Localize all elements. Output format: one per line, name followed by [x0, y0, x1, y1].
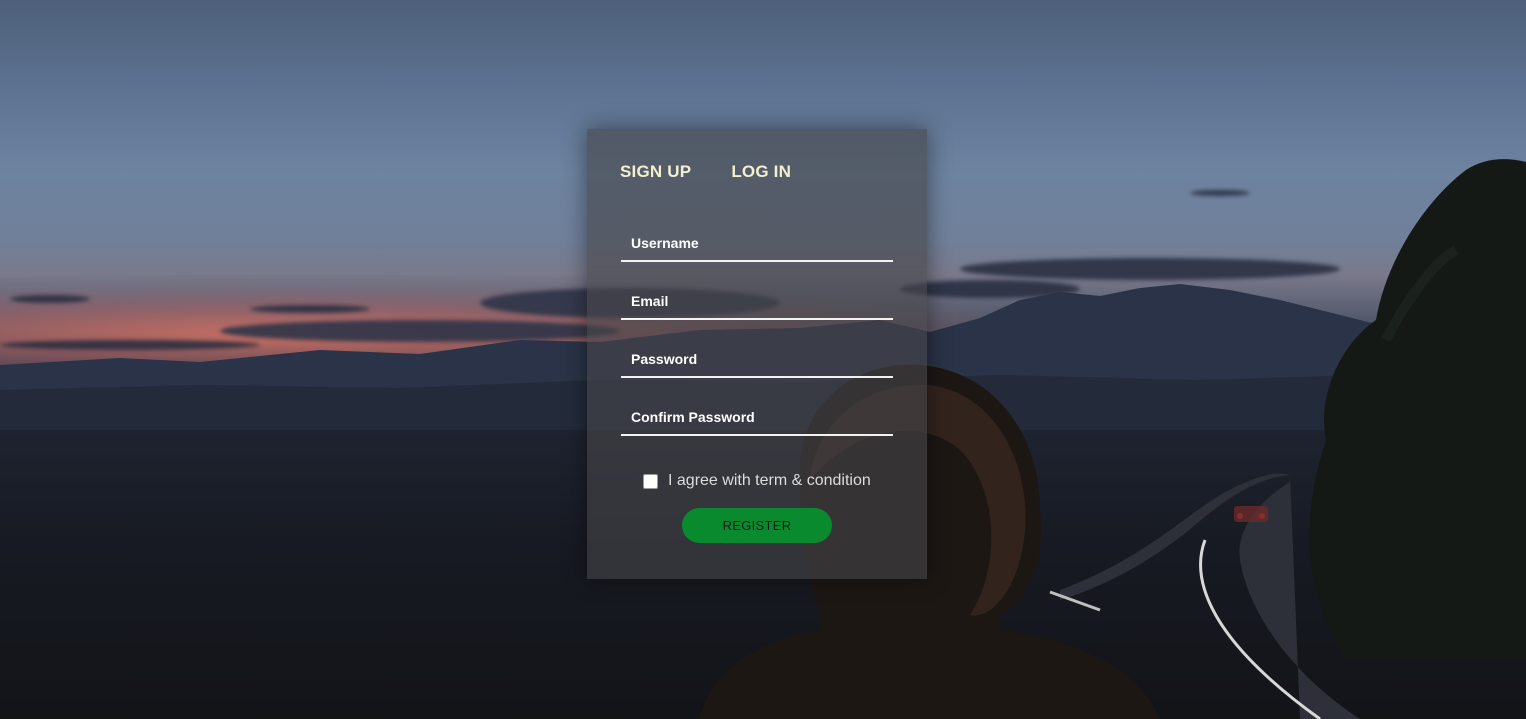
tab-sign-up[interactable]: SIGN UP [620, 162, 691, 182]
password-input[interactable] [621, 342, 893, 376]
register-button[interactable]: REGISTER [682, 508, 832, 543]
terms-label: I agree with term & condition [668, 472, 871, 489]
username-input[interactable] [621, 226, 893, 260]
email-input[interactable] [621, 284, 893, 318]
password-field-wrapper [621, 342, 893, 378]
signup-card: SIGN UP LOG IN I agree with term & condi… [587, 129, 927, 579]
tab-log-in[interactable]: LOG IN [731, 162, 791, 182]
auth-tabs: SIGN UP LOG IN [620, 162, 791, 182]
terms-checkbox[interactable] [643, 473, 658, 489]
username-field-wrapper [621, 226, 893, 262]
trees [1309, 159, 1526, 660]
confirm-password-field-wrapper [621, 400, 893, 436]
email-field-wrapper [621, 284, 893, 320]
terms-agreement: I agree with term & condition [643, 472, 871, 490]
background-photo: SIGN UP LOG IN I agree with term & condi… [0, 0, 1526, 719]
confirm-password-input[interactable] [621, 400, 893, 434]
